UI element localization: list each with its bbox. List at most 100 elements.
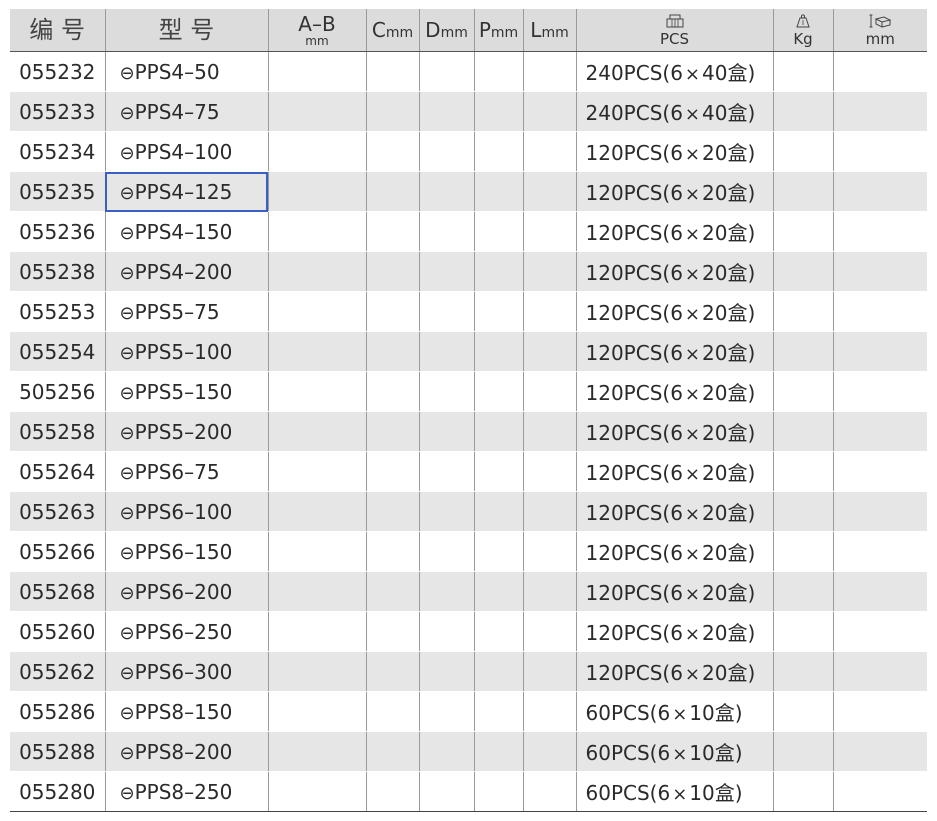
c-cell <box>365 451 419 492</box>
c-cell <box>365 91 419 132</box>
size-cell <box>832 211 927 252</box>
d-cell <box>418 171 474 212</box>
c-cell <box>365 331 419 372</box>
c-cell <box>365 531 419 572</box>
c-cell <box>365 291 419 332</box>
size-cell <box>832 571 927 612</box>
model-cell[interactable]: ⊖PPS4–125 <box>104 171 268 212</box>
slot-screwdriver-icon: ⊖ <box>119 102 135 124</box>
l-cell <box>522 251 576 292</box>
slot-screwdriver-icon: ⊖ <box>119 582 135 604</box>
code-cell: 055233 <box>10 91 105 132</box>
l-cell <box>522 171 576 212</box>
model-text: PPS8–150 <box>134 699 233 724</box>
table-row: 055232 ⊖PPS4–50 240PCS(6 × 40盒) <box>10 51 927 92</box>
p-cell <box>473 531 523 572</box>
ab-cell <box>267 131 366 172</box>
times-sign: × <box>672 704 688 725</box>
packing-qty: 60PCS(6 <box>585 741 671 765</box>
size-cell <box>832 531 927 572</box>
times-sign: × <box>684 344 701 365</box>
model-text: PPS4–125 <box>134 179 233 204</box>
packing-boxes: 20盒) <box>702 501 756 525</box>
size-cell <box>832 491 927 532</box>
d-cell <box>418 51 474 92</box>
table-body: 055232 ⊖PPS4–50 240PCS(6 × 40盒) 055233 ⊖PPS4–7… <box>10 51 927 812</box>
slot-screwdriver-icon: ⊖ <box>119 262 135 284</box>
model-text: PPS6–300 <box>134 659 233 684</box>
packing-cell: 120PCS(6 × 20盒) <box>575 211 773 252</box>
c-cell <box>365 171 419 212</box>
model-cell: ⊖PPS4–75 <box>104 91 268 132</box>
l-cell <box>522 291 576 332</box>
kg-cell <box>772 331 833 372</box>
times-sign: × <box>684 464 701 485</box>
model-cell: ⊖PPS8–250 <box>104 771 268 812</box>
c-cell <box>365 771 419 812</box>
packing-qty: 120PCS(6 <box>585 501 683 525</box>
header-ab: A–B mm <box>267 9 366 52</box>
times-sign: × <box>684 64 701 85</box>
l-cell <box>522 571 576 612</box>
packing-boxes: 20盒) <box>702 181 756 205</box>
packing-boxes: 40盒) <box>702 101 756 125</box>
model-cell: ⊖PPS6–75 <box>104 451 268 492</box>
p-cell <box>473 571 523 612</box>
ab-cell <box>267 771 366 812</box>
table-row: 055258 ⊖PPS5–200 120PCS(6 × 20盒) <box>10 411 927 452</box>
code-cell: 055238 <box>10 251 105 292</box>
size-cell <box>832 451 927 492</box>
times-sign: × <box>672 744 688 765</box>
packing-qty: 120PCS(6 <box>585 461 683 485</box>
slot-screwdriver-icon: ⊖ <box>119 462 135 484</box>
header-model: 型 号 <box>104 9 268 52</box>
packing-boxes: 20盒) <box>702 381 756 405</box>
packing-qty: 120PCS(6 <box>585 661 683 685</box>
packing-qty: 120PCS(6 <box>585 581 683 605</box>
slot-screwdriver-icon: ⊖ <box>119 142 135 164</box>
l-cell <box>522 371 576 412</box>
p-cell <box>473 51 523 92</box>
header-pcs: PCS <box>575 9 773 52</box>
packing-boxes: 20盒) <box>702 261 756 285</box>
packing-qty: 120PCS(6 <box>585 221 683 245</box>
code-cell: 055232 <box>10 51 105 92</box>
kg-cell <box>772 731 833 772</box>
d-cell <box>418 291 474 332</box>
model-cell: ⊖PPS5–100 <box>104 331 268 372</box>
d-cell <box>418 411 474 452</box>
d-cell <box>418 731 474 772</box>
kg-cell <box>772 291 833 332</box>
table-row: 055268 ⊖PPS6–200 120PCS(6 × 20盒) <box>10 571 927 612</box>
slot-screwdriver-icon: ⊖ <box>119 182 135 204</box>
p-cell <box>473 251 523 292</box>
header-size: mm <box>832 9 927 52</box>
kg-cell <box>772 371 833 412</box>
p-cell <box>473 131 523 172</box>
packing-cell: 120PCS(6 × 20盒) <box>575 651 773 692</box>
kg-cell <box>772 131 833 172</box>
times-sign: × <box>684 104 701 125</box>
d-cell <box>418 211 474 252</box>
slot-screwdriver-icon: ⊖ <box>119 542 135 564</box>
d-cell <box>418 571 474 612</box>
kg-cell <box>772 611 833 652</box>
times-sign: × <box>684 264 701 285</box>
slot-screwdriver-icon: ⊖ <box>119 662 135 684</box>
packing-cell: 120PCS(6 × 20盒) <box>575 451 773 492</box>
table-row: 055234 ⊖PPS4–100 120PCS(6 × 20盒) <box>10 131 927 172</box>
model-cell: ⊖PPS4–50 <box>104 51 268 92</box>
times-sign: × <box>684 544 701 565</box>
code-cell: 055236 <box>10 211 105 252</box>
times-sign: × <box>684 624 701 645</box>
slot-screwdriver-icon: ⊖ <box>119 502 135 524</box>
p-cell <box>473 691 523 732</box>
ab-cell <box>267 531 366 572</box>
c-cell <box>365 571 419 612</box>
size-cell <box>832 171 927 212</box>
slot-screwdriver-icon: ⊖ <box>119 622 135 644</box>
packing-boxes: 10盒) <box>689 781 743 805</box>
l-cell <box>522 691 576 732</box>
slot-screwdriver-icon: ⊖ <box>119 62 135 84</box>
model-cell: ⊖PPS4–150 <box>104 211 268 252</box>
